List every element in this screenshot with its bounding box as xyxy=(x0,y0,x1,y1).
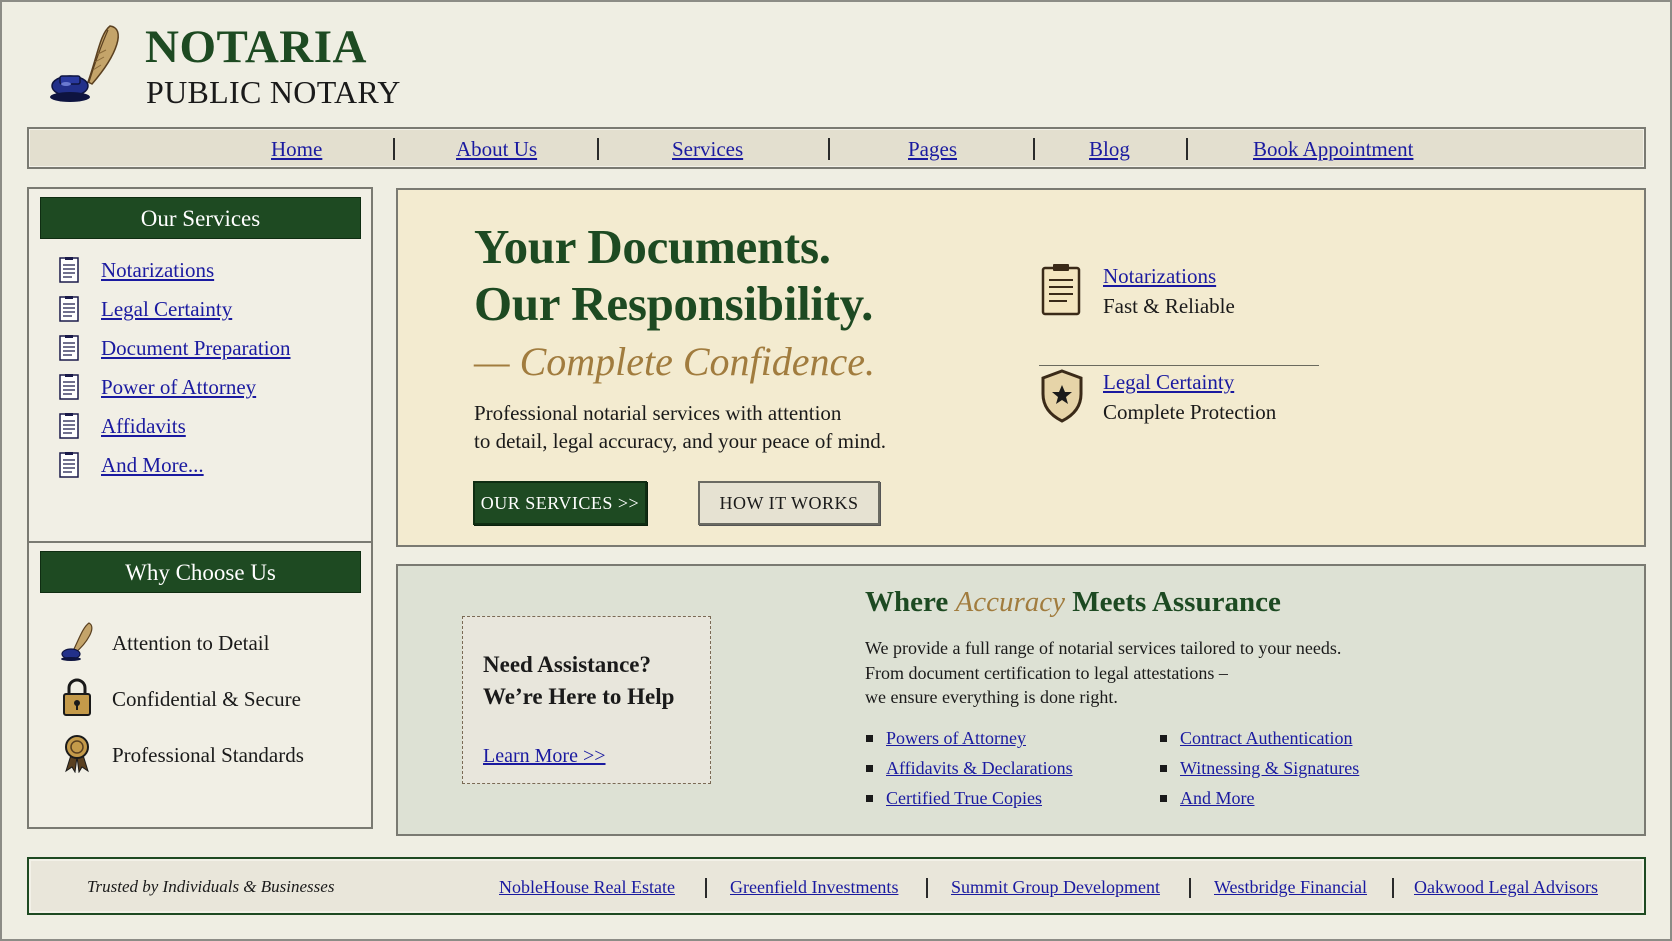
sidebar-item-legal-certainty[interactable]: Legal Certainty xyxy=(59,296,359,324)
brand-subtitle: PUBLIC NOTARY xyxy=(146,74,401,110)
accuracy-desc-line-3: we ensure everything is done right. xyxy=(865,687,1118,707)
sidebar-item-notarizations[interactable]: Notarizations xyxy=(59,257,359,285)
hero-section: Your Documents. Our Responsibility. — Co… xyxy=(396,188,1646,547)
hero-headline: Your Documents. Our Responsibility. xyxy=(474,218,873,332)
sidebar-link-document-preparation[interactable]: Document Preparation xyxy=(101,335,291,361)
link-affidavits-declarations[interactable]: Affidavits & Declarations xyxy=(866,756,1073,780)
document-icon xyxy=(59,374,79,400)
why-label-confidential: Confidential & Secure xyxy=(112,687,301,711)
brand-name: NOTARIA xyxy=(145,21,367,73)
sidebar-link-power-of-attorney[interactable]: Power of Attorney xyxy=(101,374,256,400)
document-icon xyxy=(59,257,79,283)
footer-separator xyxy=(705,878,707,898)
feature-link-notarizations[interactable]: Notarizations xyxy=(1103,262,1216,290)
partner-link-oakwood[interactable]: Oakwood Legal Advisors xyxy=(1414,877,1598,898)
sidebar-link-legal-certainty[interactable]: Legal Certainty xyxy=(101,296,232,322)
why-panel-title: Why Choose Us xyxy=(40,551,361,593)
ribbon-icon xyxy=(65,735,89,773)
our-services-button[interactable]: OUR SERVICES >> xyxy=(473,481,647,525)
hero-line-2: Our Responsibility. xyxy=(474,276,874,331)
main-nav: Home About Us Services Pages Blog Book A… xyxy=(27,127,1646,169)
document-icon xyxy=(1041,264,1081,316)
feature-subtitle-legal-certainty: Complete Protection xyxy=(1103,400,1277,424)
nav-blog[interactable]: Blog xyxy=(1089,137,1130,161)
feature-notarizations: Notarizations Fast & Reliable xyxy=(1039,262,1359,332)
shield-icon xyxy=(1041,369,1083,423)
assistance-box: Need Assistance? We’re Here to Help Lear… xyxy=(462,616,711,784)
brand-logo-block[interactable]: NOTARIA PUBLIC NOTARY xyxy=(48,21,448,110)
services-panel-title: Our Services xyxy=(40,197,361,239)
link-certified-true-copies[interactable]: Certified True Copies xyxy=(866,786,1042,810)
how-it-works-button[interactable]: HOW IT WORKS xyxy=(698,481,880,525)
why-item-standards: Professional Standards xyxy=(59,733,359,777)
hero-desc-line-2: to detail, legal accuracy, and your peac… xyxy=(474,429,887,453)
learn-more-link[interactable]: Learn More >> xyxy=(483,745,606,768)
link-and-more[interactable]: And More xyxy=(1160,786,1255,810)
hero-line-1: Your Documents. xyxy=(474,219,831,274)
trusted-tagline: Trusted by Individuals & Businesses xyxy=(87,877,335,896)
nav-separator xyxy=(597,138,599,160)
footer-partners-bar: Trusted by Individuals & Businesses Nobl… xyxy=(27,857,1646,915)
document-icon xyxy=(59,296,79,322)
link-contract-authentication[interactable]: Contract Authentication xyxy=(1159,726,1352,750)
hero-desc-line-1: Professional notarial services with atte… xyxy=(474,401,842,425)
feature-subtitle-notarizations: Fast & Reliable xyxy=(1103,294,1235,318)
partner-link-westbridge[interactable]: Westbridge Financial xyxy=(1214,877,1367,898)
link-witnessing-signatures[interactable]: Witnessing & Signatures xyxy=(1159,756,1359,780)
document-icon xyxy=(59,452,79,478)
link-powers-of-attorney[interactable]: Powers of Attorney xyxy=(866,726,1026,750)
accuracy-desc-line-2: From document certification to legal att… xyxy=(865,662,1228,683)
assistance-heading: Need Assistance? We’re Here to Help xyxy=(483,649,674,713)
hero-tagline: — Complete Confidence. xyxy=(474,339,876,384)
partner-link-summit[interactable]: Summit Group Development xyxy=(951,877,1160,898)
sidebar: Our Services Notarizations Legal Certain… xyxy=(27,187,373,829)
accuracy-desc-line-1: We provide a full range of notarial serv… xyxy=(865,638,1342,658)
nav-separator xyxy=(393,138,395,160)
why-label-standards: Professional Standards xyxy=(112,743,304,767)
feature-divider xyxy=(1039,365,1319,366)
sidebar-item-affidavits[interactable]: Affidavits xyxy=(59,413,359,441)
nav-pages[interactable]: Pages xyxy=(908,137,957,161)
why-item-attention: Attention to Detail xyxy=(59,621,359,665)
sidebar-item-and-more[interactable]: And More... xyxy=(59,452,359,480)
accuracy-heading: Where Accuracy Meets Assurance xyxy=(865,586,1281,619)
quill-icon xyxy=(61,622,93,661)
partner-link-noblehouse[interactable]: NobleHouse Real Estate xyxy=(499,877,675,898)
assistance-line-2: We’re Here to Help xyxy=(483,684,675,709)
nav-services[interactable]: Services xyxy=(672,137,743,161)
feature-legal-certainty: Legal Certainty Complete Protection xyxy=(1039,368,1359,438)
nav-book-appointment[interactable]: Book Appointment xyxy=(1253,137,1413,161)
sidebar-item-document-preparation[interactable]: Document Preparation xyxy=(59,335,359,363)
assistance-line-1: Need Assistance? xyxy=(483,652,652,677)
nav-about-us[interactable]: About Us xyxy=(456,137,537,161)
why-label-attention: Attention to Detail xyxy=(112,631,270,655)
sidebar-link-notarizations[interactable]: Notarizations xyxy=(101,257,214,283)
accuracy-heading-pre: Where xyxy=(865,586,956,618)
accuracy-heading-post: Meets Assurance xyxy=(1064,586,1281,618)
footer-separator xyxy=(1189,878,1191,898)
quill-inkwell-icon xyxy=(50,25,119,102)
document-icon xyxy=(59,335,79,361)
accuracy-section: Need Assistance? We’re Here to Help Lear… xyxy=(396,564,1646,836)
feature-link-legal-certainty[interactable]: Legal Certainty xyxy=(1103,368,1234,396)
sidebar-link-and-more[interactable]: And More... xyxy=(101,452,204,478)
padlock-icon xyxy=(63,678,91,716)
footer-separator xyxy=(1392,878,1394,898)
partner-link-greenfield[interactable]: Greenfield Investments xyxy=(730,877,898,898)
accuracy-description: We provide a full range of notarial serv… xyxy=(865,636,1385,710)
footer-separator xyxy=(926,878,928,898)
sidebar-divider xyxy=(29,541,371,543)
sidebar-item-power-of-attorney[interactable]: Power of Attorney xyxy=(59,374,359,402)
document-icon xyxy=(59,413,79,439)
sidebar-link-affidavits[interactable]: Affidavits xyxy=(101,413,186,439)
accuracy-heading-em: Accuracy xyxy=(955,586,1065,618)
nav-separator xyxy=(1033,138,1035,160)
nav-separator xyxy=(1186,138,1188,160)
nav-home[interactable]: Home xyxy=(271,137,322,161)
why-item-confidential: Confidential & Secure xyxy=(59,677,359,721)
nav-separator xyxy=(828,138,830,160)
hero-description: Professional notarial services with atte… xyxy=(474,399,944,455)
